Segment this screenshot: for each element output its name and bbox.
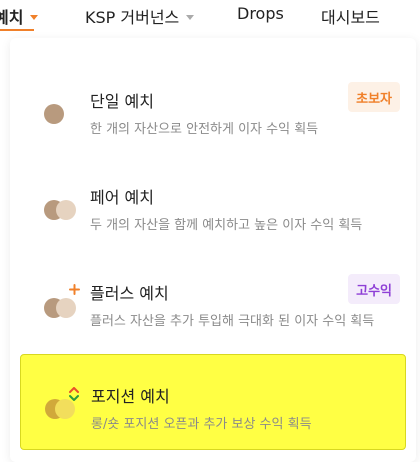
menu-item-description: 한 개의 자산으로 안전하게 이자 수익 획득 [90,122,319,137]
coin-pair-icon [42,198,82,222]
chevron-down-icon [186,14,195,20]
menu-item-description: 두 개의 자산을 함께 예치하고 높은 이자 수익 획득 [90,218,363,233]
menu-item-plus-deposit[interactable]: 플러스 예치 플러스 자산을 추가 투입해 극대화 된 이자 수익 획득 고수익 [20,252,406,348]
coin-pair-position-icon [43,387,83,421]
high-yield-badge: 고수익 [348,274,400,304]
nav-tab-drops-label: Drops [237,4,284,23]
coin-pair-plus-icon [42,284,82,318]
menu-item-title: 플러스 예치 [90,284,169,303]
up-down-arrows-icon [69,387,79,401]
menu-item-description: 롱/숏 포지션 오픈과 추가 보상 수익 획득 [91,417,312,432]
nav-tab-deposit[interactable]: 예치 [0,4,39,28]
menu-item-single-deposit[interactable]: 단일 예치 한 개의 자산으로 안전하게 이자 수익 획득 초보자 [20,60,406,156]
menu-item-position-deposit[interactable]: 포지션 예치 롱/숏 포지션 오픈과 추가 보상 수익 획득 [20,354,406,450]
menu-item-title: 페어 예치 [90,188,154,207]
active-tab-indicator [0,29,34,31]
menu-item-pair-deposit[interactable]: 페어 예치 두 개의 자산을 함께 예치하고 높은 이자 수익 획득 [20,156,406,252]
beginner-badge: 초보자 [348,82,400,112]
menu-item-description: 플러스 자산을 추가 투입해 극대화 된 이자 수익 획득 [90,314,375,329]
chevron-down-icon [30,14,39,20]
nav-tab-dashboard-label: 대시보드 [321,8,380,27]
menu-item-title: 단일 예치 [90,92,154,111]
nav-tab-deposit-label: 예치 [0,8,24,27]
nav-tab-governance-label: KSP 거버넌스 [85,8,180,27]
plus-icon [69,284,80,295]
nav-tab-governance[interactable]: KSP 거버넌스 [85,4,195,28]
menu-item-title: 포지션 예치 [91,387,170,406]
deposit-dropdown-menu: 단일 예치 한 개의 자산으로 안전하게 이자 수익 획득 초보자 페어 예치 … [10,38,416,462]
nav-tab-drops[interactable]: Drops [237,4,284,23]
single-coin-icon [42,102,82,126]
nav-tab-dashboard[interactable]: 대시보드 [321,4,380,28]
top-navigation: 예치 KSP 거버넌스 Drops 대시보드 [0,0,420,34]
